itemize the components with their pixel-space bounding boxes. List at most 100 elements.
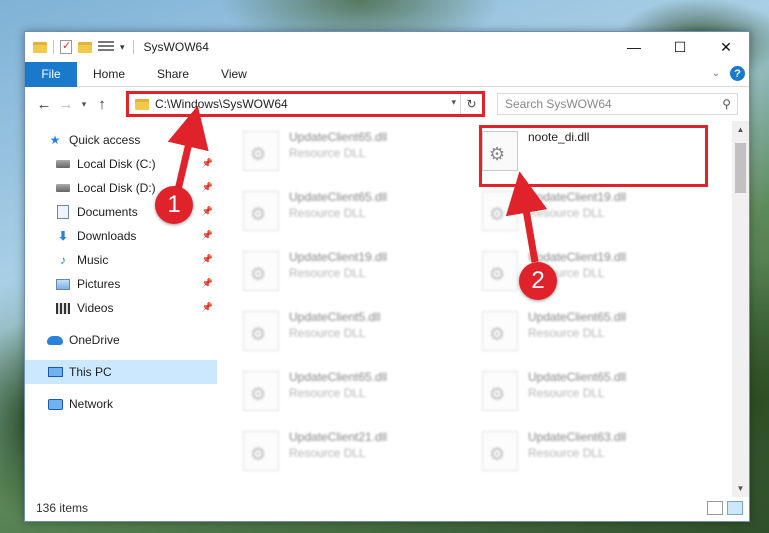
window-controls: — ☐ ✕ (611, 32, 749, 62)
large-icons-view-icon[interactable] (727, 501, 743, 515)
dll-file-icon (243, 191, 279, 231)
file-tile[interactable]: UpdateClient5.dll Resource DLL (237, 307, 467, 359)
search-input[interactable]: Search SysWOW64 ⚲ (497, 93, 738, 115)
pin-icon[interactable]: 📌 (202, 206, 213, 217)
file-tile[interactable]: UpdateClient65.dll Resource DLL (237, 127, 467, 179)
tab-view[interactable]: View (205, 67, 263, 81)
back-arrow-icon[interactable]: ← (33, 93, 55, 115)
pin-icon[interactable]: 📌 (202, 254, 213, 265)
recent-locations-chevron-icon[interactable]: ▾ (77, 93, 91, 115)
pin-icon[interactable]: 📌 (202, 182, 213, 193)
file-type: Resource DLL (528, 386, 605, 400)
details-view-icon[interactable] (707, 501, 723, 515)
file-name: UpdateClient63.dll (528, 430, 627, 444)
file-type: Resource DLL (528, 206, 605, 220)
ribbon-tabs: File Home Share View ⌄ ? (25, 61, 749, 87)
status-bar: 136 items (25, 495, 749, 521)
title-bar: ▾ SysWOW64 — ☐ ✕ (25, 32, 749, 62)
file-name: UpdateClient19.dll (528, 190, 627, 204)
file-type: Resource DLL (289, 326, 366, 340)
customize-toolbar-caret-icon[interactable]: ▾ (120, 42, 125, 53)
file-tile[interactable]: UpdateClient63.dll Resource DLL (476, 427, 706, 479)
file-tile[interactable]: UpdateClient19.dllResource DLL (476, 247, 706, 299)
close-button[interactable]: ✕ (703, 32, 749, 62)
dll-file-icon (243, 431, 279, 471)
vertical-scrollbar[interactable]: ▲ ▼ (732, 121, 749, 497)
maximize-button[interactable]: ☐ (657, 32, 703, 62)
file-type: Resource DLL (289, 386, 366, 400)
download-icon: ⬇ (57, 229, 69, 243)
pin-icon[interactable]: 📌 (202, 158, 213, 169)
file-type: Resource DLL (289, 446, 366, 460)
pin-icon[interactable]: 📌 (202, 278, 213, 289)
file-tile[interactable]: UpdateClient19.dll Resource DLL (476, 187, 706, 239)
file-tile[interactable]: UpdateClient65.dll Resource DLL (476, 367, 706, 419)
new-folder-icon[interactable] (78, 41, 92, 53)
file-explorer-window: ▾ SysWOW64 — ☐ ✕ File Home Share View ⌄ … (24, 31, 750, 522)
help-icon[interactable]: ? (730, 66, 745, 81)
address-highlight-box (126, 91, 485, 117)
pin-icon[interactable]: 📌 (202, 302, 213, 313)
file-name: UpdateClient5.dll (289, 310, 381, 324)
sidebar-item-downloads[interactable]: ⬇ Downloads 📌 (25, 224, 217, 248)
file-tile[interactable]: UpdateClient65.dll Resource DLL (476, 307, 706, 359)
file-highlight-box (479, 125, 708, 187)
expand-ribbon-icon[interactable]: ⌄ (712, 68, 720, 79)
toolbar-divider (53, 40, 54, 54)
cloud-icon (47, 333, 63, 347)
file-name: UpdateClient65.dll (289, 190, 388, 204)
tab-home[interactable]: Home (77, 67, 141, 81)
quick-access-toolbar: ▾ (25, 39, 125, 54)
file-type: Resource DLL (528, 326, 605, 340)
dll-file-icon (243, 131, 279, 171)
sidebar-item-onedrive[interactable]: OneDrive (25, 328, 217, 352)
file-tile[interactable]: UpdateClient65.dll Resource DLL (237, 187, 467, 239)
network-icon (47, 397, 63, 411)
dll-file-icon (482, 371, 518, 411)
ribbon-right-controls: ⌄ ? (712, 66, 745, 81)
tab-share[interactable]: Share (141, 67, 205, 81)
scroll-thumb[interactable] (735, 143, 746, 193)
file-type: Resource DLL (289, 206, 366, 220)
pin-icon[interactable]: 📌 (202, 230, 213, 241)
sidebar-item-this-pc[interactable]: This PC (25, 360, 217, 384)
sidebar-item-label: Pictures (77, 277, 121, 291)
file-name: UpdateClient21.dll (289, 430, 388, 444)
pictures-icon (55, 277, 71, 291)
title-divider (132, 40, 134, 54)
sidebar-item-label: Documents (77, 205, 138, 219)
sidebar-item-quick-access[interactable]: ★ Quick access (25, 128, 217, 152)
file-tile[interactable]: UpdateClient19.dllResource DLL (237, 247, 467, 299)
sidebar-item-label: Network (69, 397, 114, 411)
sidebar-item-network[interactable]: Network (25, 392, 217, 416)
file-type: Resource DLL (528, 446, 605, 460)
view-toggle (707, 501, 743, 515)
file-tile[interactable]: UpdateClient21.dll Resource DLL (237, 427, 467, 479)
minimize-button[interactable]: — (611, 32, 657, 62)
dll-file-icon (482, 191, 518, 231)
search-placeholder: Search SysWOW64 (505, 97, 612, 111)
sidebar-item-music[interactable]: ♪ Music 📌 (25, 248, 217, 272)
scroll-up-icon[interactable]: ▲ (732, 121, 749, 138)
dll-file-icon (482, 431, 518, 471)
up-arrow-icon[interactable]: ↑ (91, 93, 113, 115)
search-icon[interactable]: ⚲ (722, 97, 731, 111)
sidebar-item-pictures[interactable]: Pictures 📌 (25, 272, 217, 296)
properties-list-icon[interactable] (98, 41, 114, 53)
forward-arrow-icon[interactable]: → (55, 93, 77, 115)
drive-icon (55, 181, 71, 195)
file-name: UpdateClient65.dll (528, 310, 627, 324)
tab-file[interactable]: File (25, 61, 77, 87)
folder-icon (33, 41, 47, 53)
sidebar-item-videos[interactable]: Videos 📌 (25, 296, 217, 320)
properties-check-icon[interactable] (60, 39, 72, 54)
item-count: 136 items (36, 501, 89, 515)
sidebar-item-label: Music (77, 253, 109, 267)
file-type: Resource DLL (289, 146, 366, 160)
drive-icon (55, 157, 71, 171)
dll-file-icon (243, 251, 279, 291)
documents-icon (55, 205, 71, 219)
file-tile[interactable]: UpdateClient65.dll Resource DLL (237, 367, 467, 419)
sidebar-item-local-disk-c[interactable]: Local Disk (C:) 📌 (25, 152, 217, 176)
sidebar-item-label: Quick access (69, 133, 141, 147)
